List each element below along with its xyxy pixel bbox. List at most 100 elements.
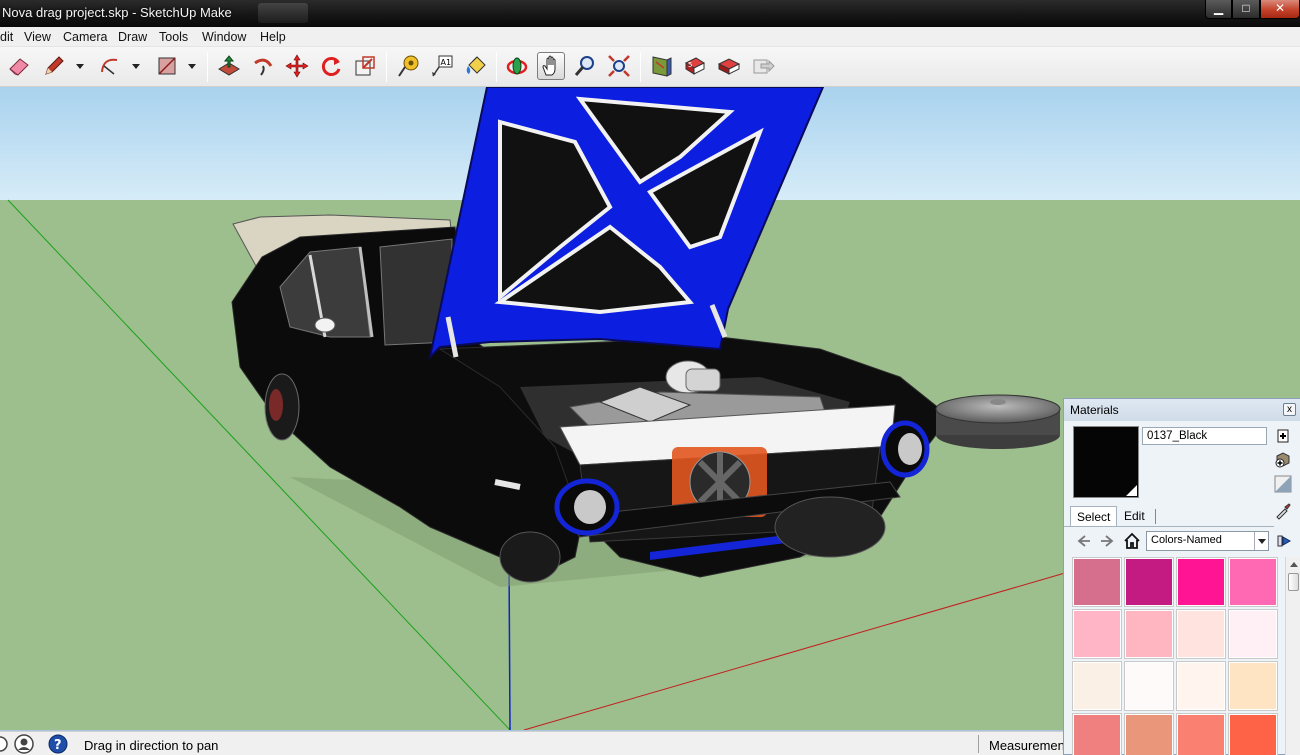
geo-location-icon[interactable] — [0, 734, 8, 754]
material-swatch[interactable] — [1228, 557, 1278, 607]
default-material-button[interactable] — [1274, 475, 1292, 493]
material-swatch[interactable] — [1124, 713, 1174, 755]
help-icon[interactable]: ? — [47, 734, 69, 754]
minimize-button[interactable]: ▁ — [1205, 0, 1232, 19]
share-model-icon: 5 — [684, 57, 706, 75]
toolbar-separator — [640, 52, 641, 82]
display-secondary-button[interactable] — [1274, 451, 1292, 469]
zoom-button[interactable] — [571, 52, 599, 80]
menu-camera[interactable]: Camera — [63, 30, 107, 44]
arc-button[interactable] — [96, 52, 124, 80]
details-button[interactable] — [1274, 531, 1294, 551]
material-swatch[interactable] — [1072, 557, 1122, 607]
text-button[interactable]: A1 — [428, 52, 456, 80]
paint-bucket-button[interactable] — [462, 52, 490, 80]
toolbar-separator — [386, 52, 387, 82]
scale-button[interactable] — [351, 52, 379, 80]
materials-title: Materials — [1070, 403, 1119, 417]
eraser-button[interactable] — [5, 52, 33, 80]
arc-dropdown[interactable] — [132, 64, 140, 69]
send-to-layout-icon — [753, 59, 775, 74]
scroll-up-icon[interactable] — [1290, 562, 1298, 567]
material-swatch[interactable] — [1176, 661, 1226, 711]
library-select-value: Colors-Named — [1151, 534, 1222, 546]
menu-window[interactable]: Window — [202, 30, 246, 44]
eraser-icon — [9, 58, 29, 76]
menu-view[interactable]: View — [24, 30, 51, 44]
arc-icon — [101, 58, 118, 75]
library-select[interactable]: Colors-Named — [1146, 531, 1269, 551]
tab-divider — [1155, 509, 1156, 524]
forward-button[interactable] — [1097, 531, 1117, 551]
svg-text:?: ? — [54, 738, 62, 753]
current-material-swatch — [1073, 426, 1139, 498]
back-arrow-icon — [1077, 535, 1090, 547]
material-swatch[interactable] — [1228, 661, 1278, 711]
pencil-button[interactable] — [40, 52, 68, 80]
menu-draw[interactable]: Draw — [118, 30, 147, 44]
tab-edit[interactable]: Edit — [1118, 506, 1151, 526]
material-swatch[interactable] — [1124, 661, 1174, 711]
status-message: Drag in direction to pan — [84, 738, 219, 753]
close-button[interactable]: ✕ — [1260, 0, 1300, 19]
follow-me-icon — [254, 58, 273, 76]
material-swatch[interactable] — [1072, 661, 1122, 711]
measurements-label: Measurements — [989, 738, 1065, 753]
share-model-button[interactable]: 5 — [681, 52, 709, 80]
pencil-dropdown[interactable] — [76, 64, 84, 69]
material-swatch[interactable] — [1124, 557, 1174, 607]
material-swatch[interactable] — [1072, 609, 1122, 659]
materials-close-button[interactable]: x — [1283, 403, 1296, 416]
tape-measure-button[interactable] — [394, 52, 422, 80]
menu-help[interactable]: Help — [260, 30, 286, 44]
materials-header: Materials x — [1064, 399, 1300, 421]
push-pull-button[interactable] — [215, 52, 243, 80]
home-button[interactable] — [1122, 531, 1142, 551]
move-button[interactable] — [283, 52, 311, 80]
sample-paint-button[interactable] — [1274, 502, 1292, 520]
rectangle-button[interactable] — [153, 52, 181, 80]
chevron-down-icon — [1254, 532, 1268, 550]
user-account-icon[interactable] — [13, 734, 35, 754]
scroll-thumb[interactable] — [1288, 573, 1299, 591]
extension-warehouse-icon — [717, 58, 741, 75]
tape-measure-icon — [398, 55, 419, 77]
menu-edit[interactable]: dit — [0, 30, 13, 44]
menu-bar: dit View Camera Draw Tools Window Help — [0, 27, 1300, 47]
home-icon — [1124, 532, 1140, 549]
toolbar-separator — [496, 52, 497, 82]
secondary-pane-icon — [1275, 452, 1290, 468]
material-swatch[interactable] — [1228, 713, 1278, 755]
scale-icon — [355, 56, 375, 76]
material-swatch[interactable] — [1176, 557, 1226, 607]
material-swatch[interactable] — [1072, 713, 1122, 755]
title-bar: Nova drag project.skp - SketchUp Make ▁ … — [0, 0, 1300, 27]
back-button[interactable] — [1074, 531, 1094, 551]
create-material-button[interactable] — [1274, 427, 1292, 445]
materials-panel: Materials x 0137_Black Select Edit Color… — [1063, 398, 1300, 755]
pan-button[interactable] — [537, 52, 565, 80]
extension-warehouse-button[interactable] — [715, 52, 743, 80]
swatch-scrollbar[interactable] — [1285, 557, 1300, 755]
toolbar-separator — [207, 52, 208, 82]
zoom-extents-button[interactable] — [605, 52, 633, 80]
material-swatch[interactable] — [1124, 609, 1174, 659]
svg-text:5: 5 — [688, 61, 692, 69]
rotate-button[interactable] — [317, 52, 345, 80]
send-to-layout-button[interactable] — [749, 52, 777, 80]
maximize-button[interactable]: □ — [1232, 0, 1260, 19]
orbit-button[interactable] — [503, 52, 531, 80]
follow-me-button[interactable] — [249, 52, 277, 80]
3d-warehouse-button[interactable] — [647, 52, 675, 80]
blurred-tab — [258, 3, 308, 23]
tab-select[interactable]: Select — [1070, 506, 1118, 526]
material-swatch[interactable] — [1176, 713, 1226, 755]
rectangle-dropdown[interactable] — [188, 64, 196, 69]
hand-icon — [542, 55, 556, 76]
pencil-icon — [45, 56, 64, 75]
menu-tools[interactable]: Tools — [159, 30, 188, 44]
material-swatch[interactable] — [1228, 609, 1278, 659]
material-swatch[interactable] — [1176, 609, 1226, 659]
move-icon — [285, 54, 309, 78]
material-name-field[interactable]: 0137_Black — [1142, 427, 1267, 445]
